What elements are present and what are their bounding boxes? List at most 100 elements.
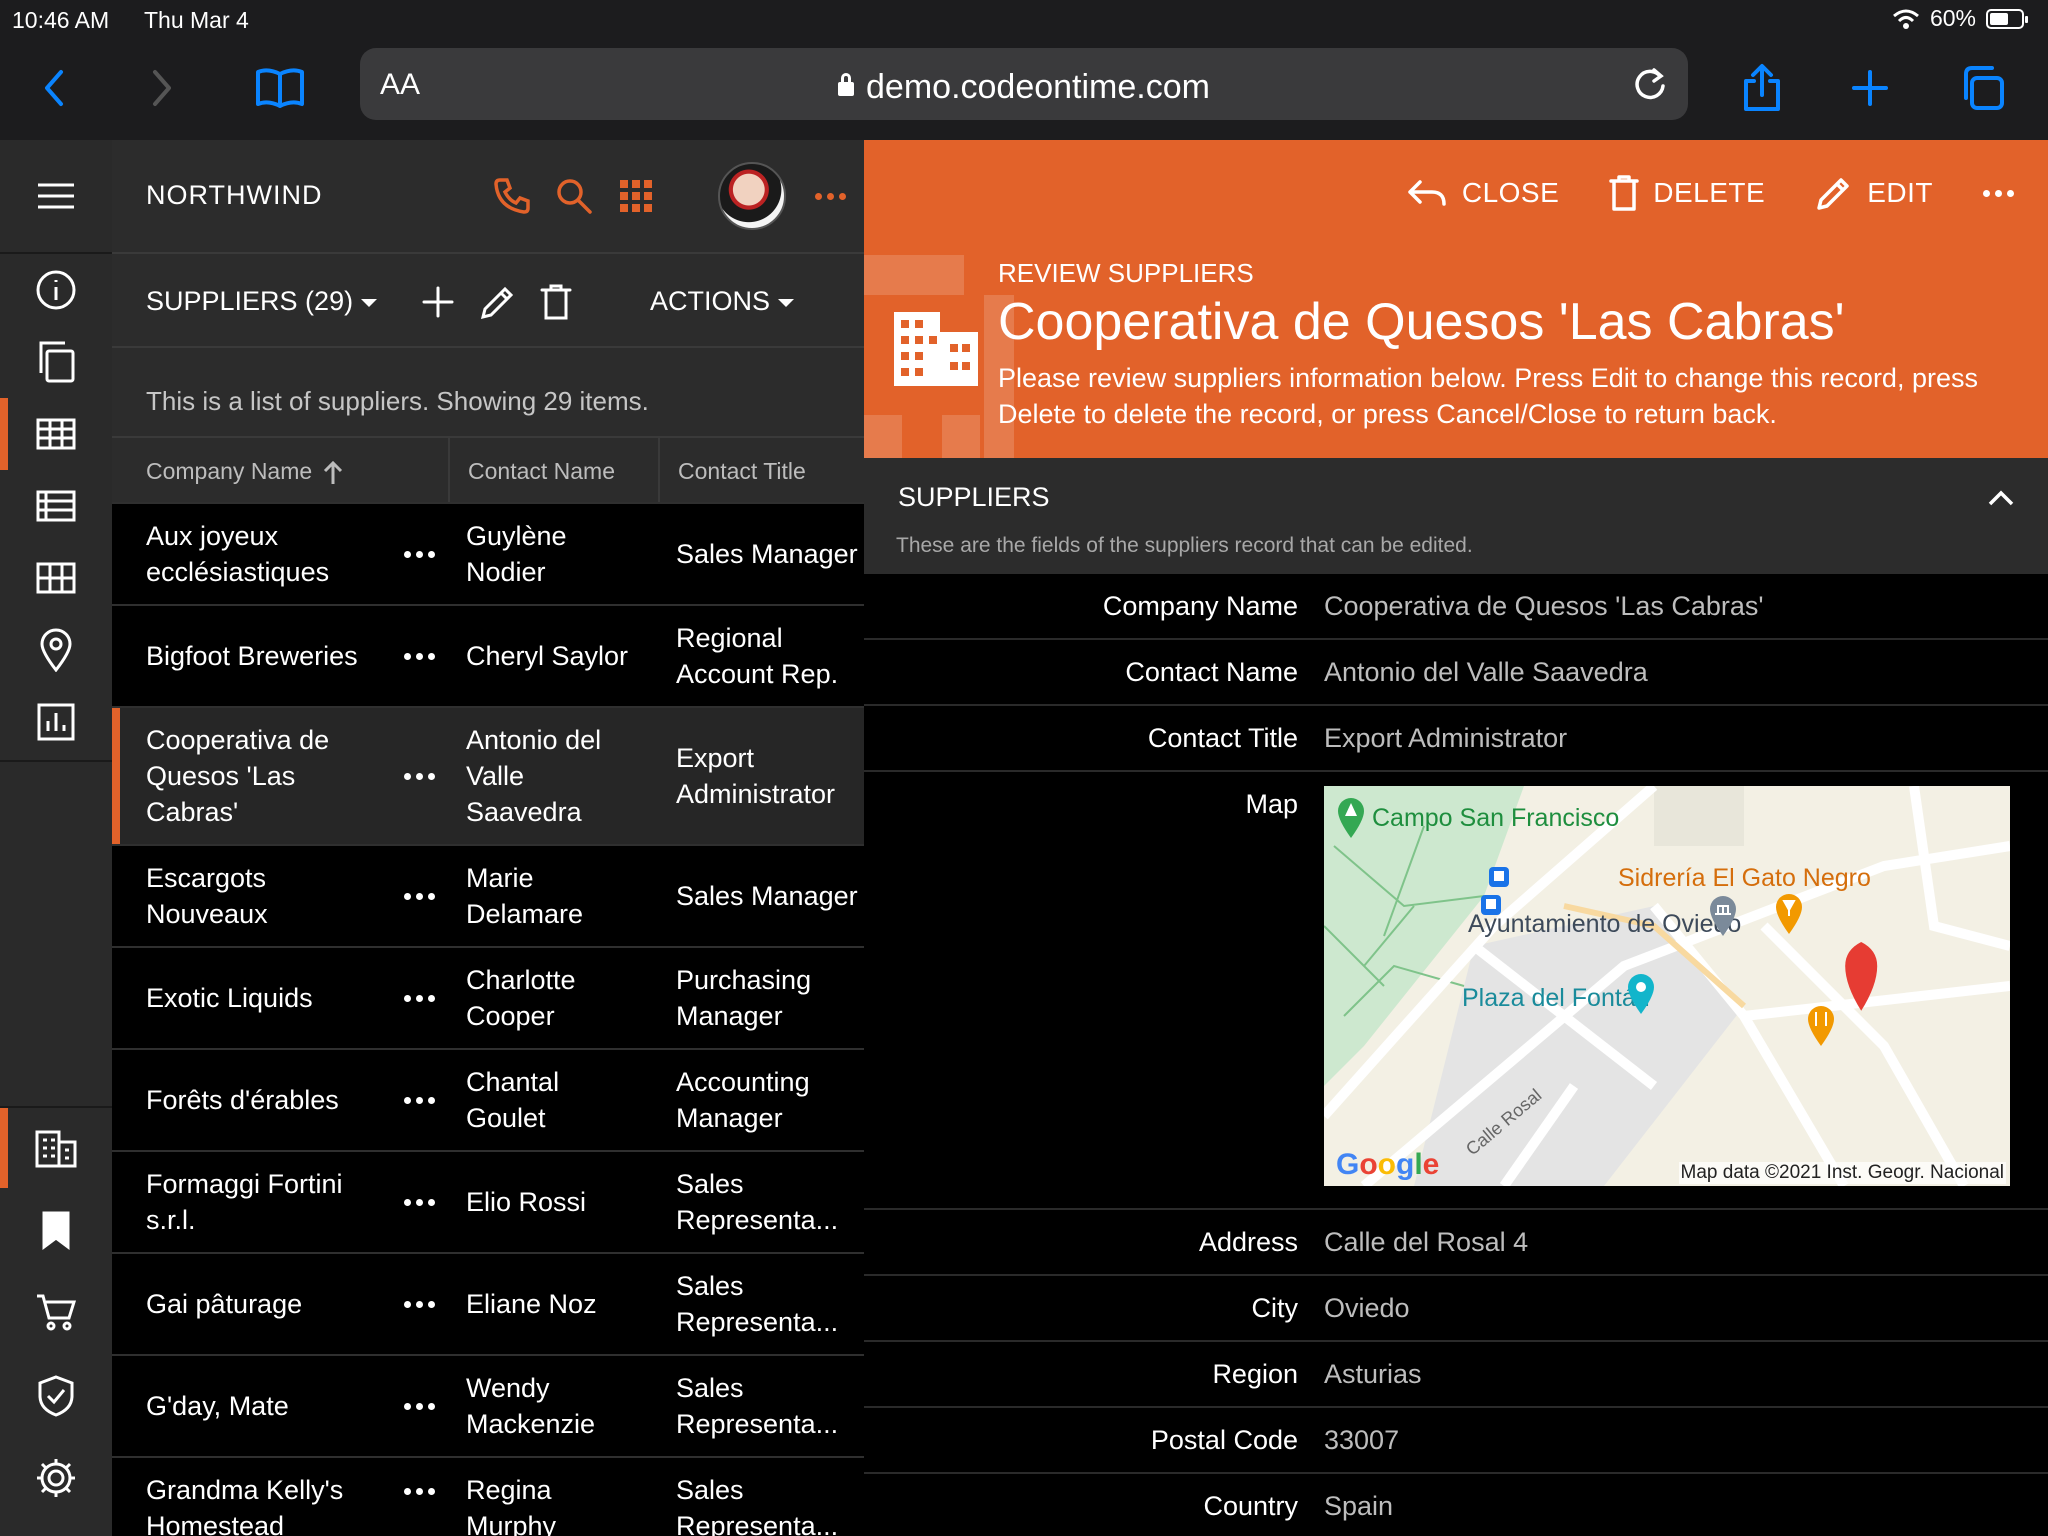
chevron-up-icon[interactable] [1986, 488, 2016, 508]
url-text: demo.codeontime.com [866, 68, 1210, 106]
table-row[interactable]: Gai pâturage Eliane Noz Sales Representa… [112, 1252, 864, 1354]
cell-company: Escargots Nouveaux [146, 863, 268, 929]
rail-list-view[interactable] [0, 470, 112, 542]
row-menu-button[interactable] [394, 846, 444, 946]
rail-security[interactable] [0, 1360, 112, 1432]
table-row-selected[interactable]: Cooperativa de Quesos 'Las Cabras' Anton… [112, 706, 864, 844]
rail-chart-view[interactable] [0, 686, 112, 758]
field-label: Company Name [1102, 591, 1298, 621]
edit-record-button[interactable] [476, 280, 520, 324]
record-actions: CLOSE DELETE EDIT [1406, 174, 2048, 212]
undo-icon [1408, 180, 1446, 206]
map-place-label: Plaza del Fontán [1462, 984, 1650, 1012]
table-row[interactable]: G'day, Mate Wendy Mackenzie Sales Repres… [112, 1354, 864, 1456]
field-region: Region Asturias [864, 1342, 2048, 1408]
forward-button[interactable] [132, 58, 192, 118]
row-menu-button[interactable] [394, 606, 444, 706]
map-attribution[interactable]: Map data ©2021 Inst. Geogr. Nacional [1678, 1162, 2006, 1184]
location-map[interactable]: Campo San Francisco Sidrería El Gato Neg… [1324, 786, 2010, 1186]
supplier-building-icon [894, 312, 978, 386]
row-menu-button[interactable] [394, 948, 444, 1048]
table-row[interactable]: Formaggi Fortini s.r.l. Elio Rossi Sales… [112, 1150, 864, 1252]
menu-button[interactable] [0, 160, 112, 232]
view-selector[interactable]: SUPPLIERS (29) [146, 286, 378, 317]
table-row[interactable]: Aux joyeux ecclésiastiques Guylène Nodie… [112, 502, 864, 604]
row-menu-button[interactable] [394, 1152, 444, 1252]
caret-down-icon [778, 298, 795, 307]
field-map: Map Campo San Francisco Sidrería El Gato… [864, 772, 2048, 1210]
phone-button[interactable] [488, 172, 536, 220]
chevron-left-icon [45, 70, 63, 106]
field-city: City Oviedo [864, 1276, 2048, 1342]
tabs-icon [1964, 66, 2004, 110]
rail-grid-view[interactable] [0, 398, 112, 470]
table-row[interactable]: Grandma Kelly's Homestead Regina Murphy … [112, 1456, 864, 1536]
apps-button[interactable] [612, 172, 660, 220]
cart-icon [37, 1294, 77, 1331]
caret-down-icon [361, 298, 378, 307]
chart-icon [37, 703, 75, 741]
actions-menu[interactable]: ACTIONS [650, 286, 795, 317]
reload-icon[interactable] [1630, 64, 1670, 104]
back-button[interactable] [24, 58, 84, 118]
table-row[interactable]: Escargots Nouveaux Marie Delamare Sales … [112, 844, 864, 946]
rail-copy[interactable] [0, 326, 112, 398]
tabs-button[interactable] [1952, 58, 2012, 118]
address-bar[interactable]: AA demo.codeontime.com [360, 48, 1688, 120]
user-avatar[interactable] [718, 162, 786, 230]
more-icon [403, 994, 435, 1002]
record-more-button[interactable] [1983, 189, 2014, 197]
row-menu-button[interactable] [394, 504, 444, 604]
rail-map-view[interactable] [0, 614, 112, 686]
more-icon [403, 1402, 435, 1410]
close-button[interactable]: CLOSE [1406, 176, 1559, 210]
rail-info[interactable] [0, 254, 112, 326]
park-pin-icon [1338, 798, 1364, 838]
bus-stop-icon [1481, 895, 1501, 915]
rail-cart[interactable] [0, 1276, 112, 1348]
add-record-button[interactable] [416, 280, 460, 324]
row-menu-button[interactable] [394, 1254, 444, 1354]
app-header: NORTHWIND [112, 140, 864, 252]
field-postal-code: Postal Code 33007 [864, 1408, 2048, 1474]
cell-contact: Elio Rossi [466, 1187, 587, 1217]
row-menu-button[interactable] [394, 1356, 444, 1456]
app-brand[interactable]: NORTHWIND [146, 180, 322, 211]
category-header[interactable]: SUPPLIERS These are the fields of the su… [864, 458, 2048, 574]
camera-pin-icon [1628, 974, 1654, 1014]
map-streets [1324, 786, 2010, 1186]
edit-button[interactable]: EDIT [1815, 174, 1933, 212]
row-menu-button[interactable] [394, 1458, 444, 1536]
row-menu-button[interactable] [394, 708, 444, 844]
rail-bookmarks[interactable] [0, 1194, 112, 1266]
column-header-title[interactable]: Contact Title [658, 438, 864, 504]
lock-icon [838, 73, 855, 96]
field-label: Contact Name [1125, 657, 1298, 687]
search-button[interactable] [550, 172, 598, 220]
row-menu-button[interactable] [394, 1050, 444, 1150]
table-row[interactable]: Exotic Liquids Charlotte Cooper Purchasi… [112, 946, 864, 1048]
new-tab-button[interactable] [1840, 58, 1900, 118]
hamburger-icon [38, 183, 74, 209]
map-place-label: Campo San Francisco [1372, 804, 1620, 832]
rail-settings[interactable] [0, 1442, 112, 1514]
rail-suppliers[interactable] [0, 1108, 112, 1188]
rail-cards-view[interactable] [0, 542, 112, 614]
table-row[interactable]: Bigfoot Breweries Cheryl Saylor Regional… [112, 604, 864, 706]
column-header-contact[interactable]: Contact Name [448, 438, 648, 504]
google-logo: Google [1336, 1148, 1440, 1181]
field-label: Map [1245, 789, 1298, 819]
delete-button[interactable]: DELETE [1609, 174, 1765, 212]
trash-icon [540, 284, 572, 320]
more-menu-button[interactable] [806, 172, 854, 220]
building-icon [35, 1130, 77, 1168]
share-button[interactable] [1732, 58, 1792, 118]
browser-toolbar: AA demo.codeontime.com [0, 40, 2048, 140]
book-icon [256, 68, 304, 108]
delete-record-button[interactable] [534, 280, 578, 324]
grid-icon [36, 418, 76, 450]
column-header-company[interactable]: Company Name [146, 438, 436, 504]
bookmarks-button[interactable] [250, 58, 310, 118]
cell-contact: Regina Murphy [466, 1475, 557, 1536]
table-row[interactable]: Forêts d'érables Chantal Goulet Accounti… [112, 1048, 864, 1150]
